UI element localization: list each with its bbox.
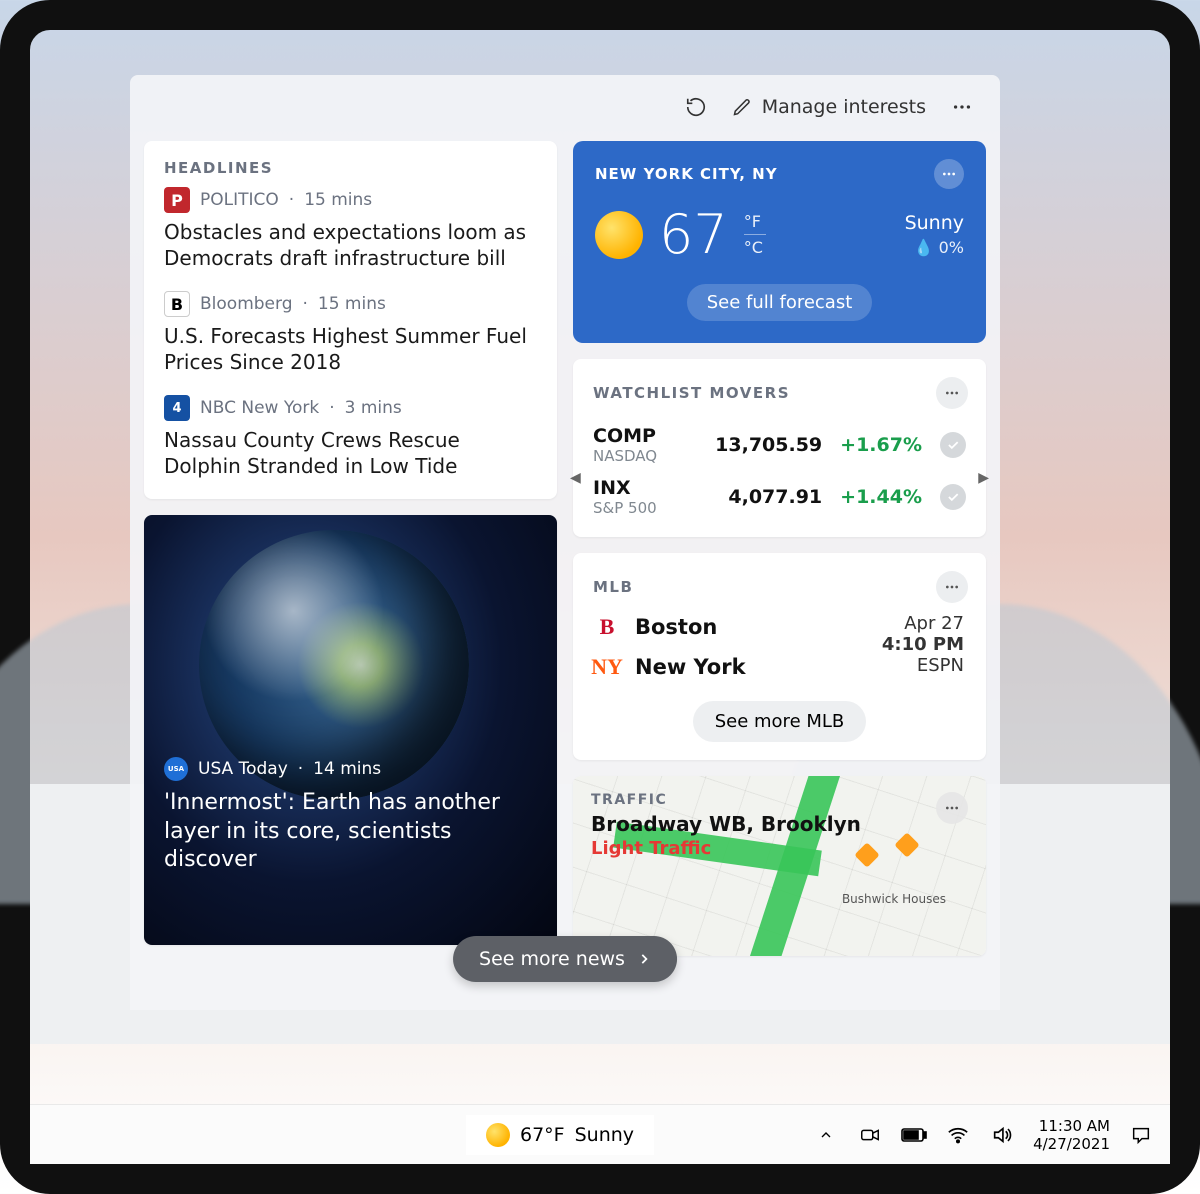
manage-interests-label: Manage interests: [762, 96, 926, 118]
team-name: New York: [635, 655, 746, 679]
stock-price: 4,077.91: [722, 486, 822, 508]
time-ago: 14 mins: [313, 759, 381, 779]
stock-change: +1.44%: [840, 486, 922, 508]
stock-index: NASDAQ: [593, 447, 697, 465]
mlb-more-icon[interactable]: [936, 571, 968, 603]
volume-icon[interactable]: [989, 1122, 1015, 1148]
source-name: NBC New York: [200, 398, 319, 418]
team-row[interactable]: B Boston: [595, 613, 746, 641]
taskbar-time: 11:30 AM: [1033, 1117, 1110, 1135]
mlb-header: MLB: [593, 578, 633, 596]
source-badge: USA: [164, 757, 188, 781]
pencil-icon: [732, 97, 752, 117]
manage-interests-button[interactable]: Manage interests: [732, 96, 926, 118]
traffic-card[interactable]: Bushwick Houses TRAFFIC Broadway WB, Bro…: [573, 776, 986, 956]
watchlist-header: WATCHLIST MOVERS: [593, 384, 790, 402]
traffic-more-icon[interactable]: [936, 792, 968, 824]
headlines-header: HEADLINES: [164, 159, 273, 177]
watchlist-more-icon[interactable]: [936, 377, 968, 409]
unit-f: °F: [744, 212, 766, 231]
traffic-location: Broadway WB, Brooklyn: [591, 812, 861, 836]
see-more-mlb-button[interactable]: See more MLB: [693, 701, 867, 742]
news-item[interactable]: P POLITICO · 15 mins Obstacles and expec…: [144, 187, 557, 291]
source-name: USA Today: [198, 759, 288, 779]
map-label: Bushwick Houses: [842, 892, 946, 906]
taskbar-weather[interactable]: 67°F Sunny: [466, 1115, 654, 1155]
game-date: Apr 27: [882, 613, 964, 634]
dot-sep: ·: [289, 190, 294, 210]
time-ago: 15 mins: [304, 190, 372, 210]
dot-sep: ·: [298, 759, 303, 779]
news-item[interactable]: B Bloomberg · 15 mins U.S. Forecasts Hig…: [144, 291, 557, 395]
source-badge: 4: [164, 395, 190, 421]
mlb-card: MLB B Boston NY New York: [573, 553, 986, 760]
battery-icon[interactable]: [901, 1122, 927, 1148]
drop-icon: 💧: [914, 238, 934, 257]
news-title: Nassau County Crews Rescue Dolphin Stran…: [164, 427, 537, 479]
check-icon[interactable]: [940, 432, 966, 458]
news-title: U.S. Forecasts Highest Summer Fuel Price…: [164, 323, 537, 375]
game-time: 4:10 PM: [882, 634, 964, 655]
more-icon[interactable]: [946, 91, 978, 123]
game-network: ESPN: [882, 655, 964, 676]
news-item[interactable]: 4 NBC New York · 3 mins Nassau County Cr…: [144, 395, 557, 499]
headlines-card: HEADLINES P POLITICO · 15 mins Obstacles…: [144, 141, 557, 499]
time-ago: 3 mins: [345, 398, 402, 418]
source-name: POLITICO: [200, 190, 279, 210]
news-title: Obstacles and expectations loom as Democ…: [164, 219, 537, 271]
sun-icon: [595, 211, 643, 259]
stock-row[interactable]: COMP NASDAQ 13,705.59 +1.67%: [593, 419, 966, 471]
feature-title: 'Innermost': Earth has another layer in …: [164, 789, 537, 875]
taskbar-condition: Sunny: [575, 1124, 634, 1146]
news-interests-flyout: Manage interests HEADLINES P POLITICO · …: [130, 75, 1000, 1010]
stock-price: 13,705.59: [715, 434, 822, 456]
unit-c: °C: [744, 238, 766, 257]
redsox-logo-icon: B: [595, 613, 619, 641]
taskbar-date: 4/27/2021: [1033, 1135, 1110, 1153]
mets-logo-icon: NY: [595, 653, 619, 681]
refresh-icon[interactable]: [680, 91, 712, 123]
source-name: Bloomberg: [200, 294, 292, 314]
traffic-status: Light Traffic: [591, 838, 861, 859]
sun-icon: [486, 1123, 510, 1147]
check-icon[interactable]: [940, 484, 966, 510]
wifi-icon[interactable]: [945, 1122, 971, 1148]
feature-article-card[interactable]: USA USA Today · 14 mins 'Innermost': Ear…: [144, 515, 557, 945]
taskbar: 67°F Sunny 11:30 AM 4/27/2021: [30, 1104, 1170, 1164]
source-badge: P: [164, 187, 190, 213]
taskbar-temp: 67°F: [520, 1124, 565, 1146]
team-name: Boston: [635, 615, 717, 639]
precip-value: 0%: [939, 238, 964, 257]
weather-location: NEW YORK CITY, NY: [595, 165, 778, 183]
action-center-icon[interactable]: [1128, 1122, 1154, 1148]
stock-row[interactable]: INX S&P 500 4,077.91 +1.44%: [593, 471, 966, 523]
dot-sep: ·: [302, 294, 307, 314]
dot-sep: ·: [329, 398, 334, 418]
stock-index: S&P 500: [593, 499, 704, 517]
weather-more-icon[interactable]: [934, 159, 964, 189]
next-arrow-icon[interactable]: ▶: [978, 470, 989, 486]
unit-toggle[interactable]: °F °C: [744, 212, 766, 257]
taskbar-clock[interactable]: 11:30 AM 4/27/2021: [1033, 1117, 1110, 1153]
weather-card[interactable]: NEW YORK CITY, NY 67 °F °C: [573, 141, 986, 343]
see-more-news-label: See more news: [479, 948, 625, 970]
precip-row: 💧 0%: [905, 238, 964, 257]
see-full-forecast-button[interactable]: See full forecast: [687, 284, 873, 321]
meet-now-icon[interactable]: [857, 1122, 883, 1148]
watchlist-card: WATCHLIST MOVERS ◀ ▶ COMP NASDAQ 13,705.…: [573, 359, 986, 537]
tray-chevron-up-icon[interactable]: [813, 1122, 839, 1148]
traffic-header: TRAFFIC: [591, 792, 861, 808]
see-more-news-button[interactable]: See more news: [453, 936, 677, 982]
stock-change: +1.67%: [840, 434, 922, 456]
source-badge: B: [164, 291, 190, 317]
weather-temp: 67: [659, 203, 728, 266]
team-row[interactable]: NY New York: [595, 653, 746, 681]
panel-toolbar: Manage interests: [144, 85, 986, 141]
chevron-right-icon: [637, 952, 651, 966]
stock-symbol: COMP: [593, 425, 697, 447]
weather-condition: Sunny: [905, 212, 964, 234]
stock-symbol: INX: [593, 477, 704, 499]
time-ago: 15 mins: [318, 294, 386, 314]
prev-arrow-icon[interactable]: ◀: [570, 470, 581, 486]
